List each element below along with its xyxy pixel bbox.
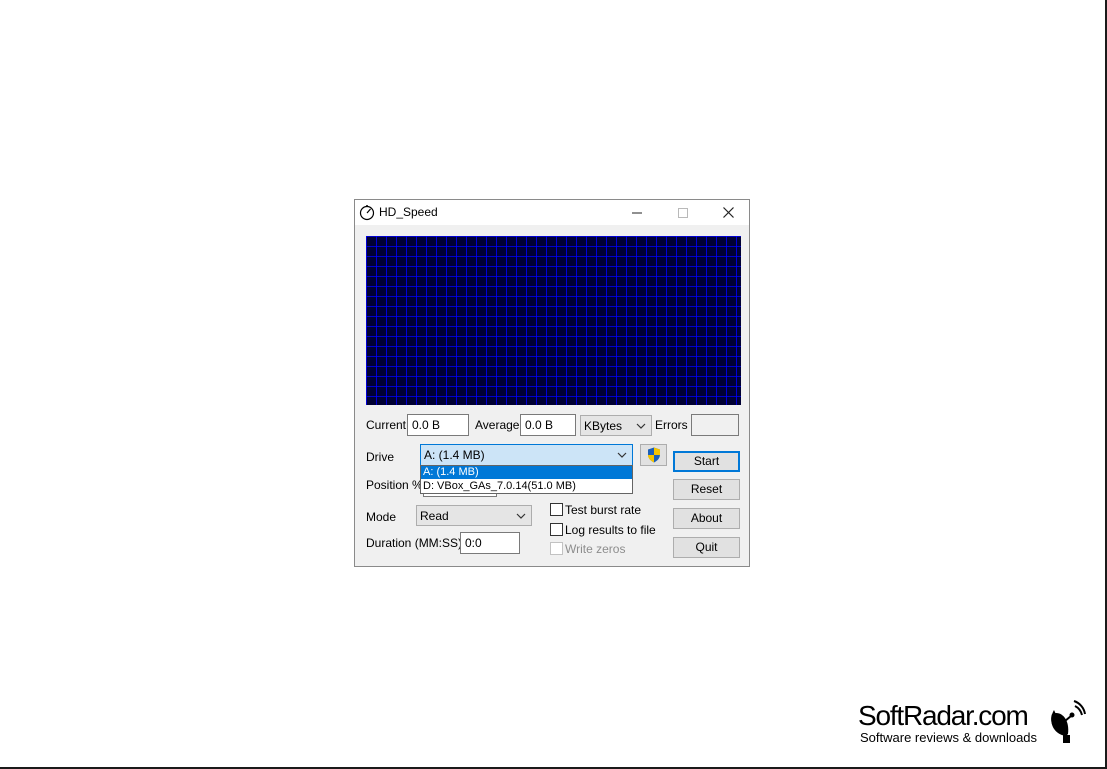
- title-bar[interactable]: HD_Speed: [355, 200, 749, 225]
- write-zeros-checkbox[interactable]: [550, 542, 563, 555]
- about-button[interactable]: About: [673, 508, 740, 529]
- start-button[interactable]: Start: [673, 451, 740, 472]
- reset-button[interactable]: Reset: [673, 479, 740, 500]
- unit-selected-value: KBytes: [584, 419, 623, 433]
- drive-select[interactable]: A: (1.4 MB): [420, 444, 633, 466]
- speed-graph: [366, 236, 741, 405]
- unit-select[interactable]: KBytes: [580, 415, 652, 436]
- drive-dropdown-list: A: (1.4 MB) D: VBox_GAs_7.0.14(51.0 MB): [420, 465, 633, 494]
- write-zeros-label: Write zeros: [565, 542, 626, 556]
- test-burst-rate-label: Test burst rate: [565, 503, 642, 517]
- test-burst-rate-checkbox[interactable]: [550, 503, 563, 516]
- chevron-down-icon: [617, 452, 627, 458]
- drive-selected-value: A: (1.4 MB): [424, 448, 485, 462]
- maximize-icon: [678, 207, 688, 218]
- chevron-down-icon: [636, 423, 646, 429]
- position-label: Position %: [366, 478, 423, 492]
- satellite-dish-icon: [1051, 700, 1086, 743]
- chevron-down-icon: [516, 513, 526, 519]
- quit-button[interactable]: Quit: [673, 537, 740, 558]
- errors-value-field[interactable]: [691, 414, 739, 436]
- stopwatch-icon: [359, 205, 375, 221]
- graph-background: [366, 236, 741, 405]
- close-button[interactable]: [705, 200, 751, 225]
- close-icon: [722, 207, 734, 218]
- admin-shield-button[interactable]: [640, 444, 667, 466]
- watermark-tagline: Software reviews & downloads: [860, 730, 1038, 745]
- duration-field[interactable]: 0:0: [460, 532, 520, 554]
- mode-select[interactable]: Read: [416, 505, 532, 526]
- current-value-field[interactable]: 0.0 B: [407, 414, 469, 436]
- uac-shield-icon: [648, 447, 660, 463]
- current-label: Current: [366, 418, 407, 432]
- softradar-watermark: SoftRadar.com Software reviews & downloa…: [858, 700, 1088, 748]
- log-results-label: Log results to file: [565, 523, 656, 537]
- minimize-button[interactable]: [614, 200, 660, 225]
- hd-speed-window: HD_Speed Current 0.0 B Average 0.0 B KBy…: [354, 199, 750, 567]
- window-title: HD_Speed: [379, 205, 438, 219]
- maximize-button[interactable]: [660, 200, 706, 225]
- average-value-field[interactable]: 0.0 B: [520, 414, 576, 436]
- drive-label: Drive: [366, 450, 395, 464]
- drive-option-a[interactable]: A: (1.4 MB): [421, 466, 632, 479]
- mode-label: Mode: [366, 510, 397, 524]
- minimize-icon: [632, 212, 642, 213]
- mode-selected-value: Read: [420, 509, 449, 523]
- average-label: Average: [475, 418, 520, 432]
- errors-label: Errors: [655, 418, 688, 432]
- watermark-name: SoftRadar.com: [858, 700, 1029, 731]
- log-results-checkbox[interactable]: [550, 523, 563, 536]
- duration-label: Duration (MM:SS): [366, 536, 463, 550]
- drive-option-d[interactable]: D: VBox_GAs_7.0.14(51.0 MB): [421, 480, 632, 493]
